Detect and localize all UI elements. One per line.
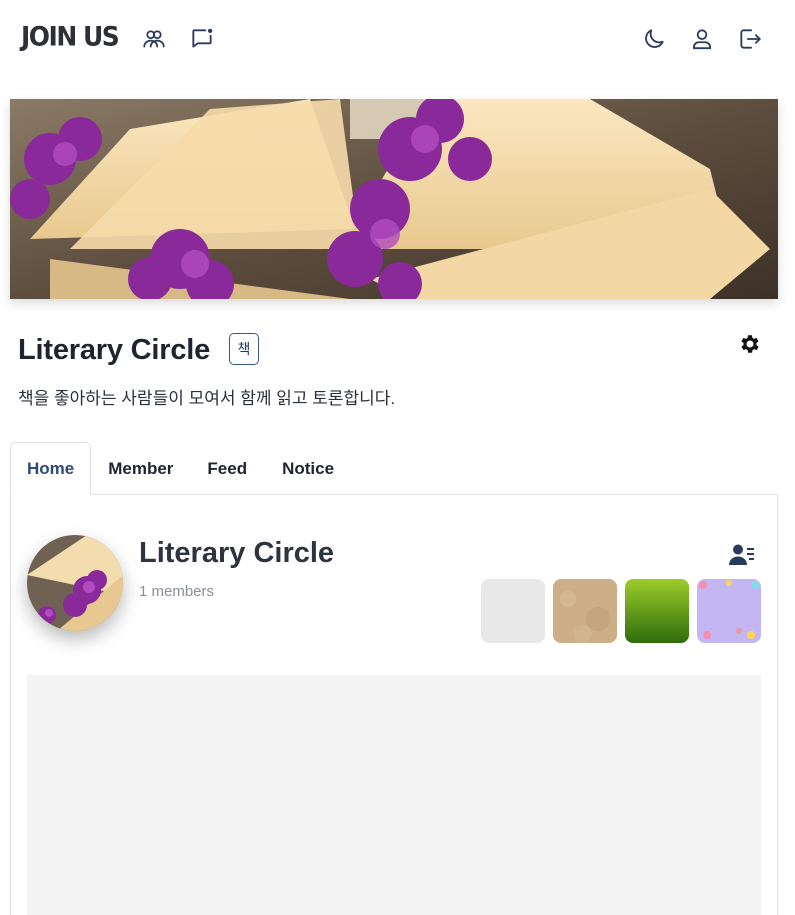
- feed-thumbnails: [481, 579, 761, 643]
- tab-home[interactable]: Home: [10, 442, 92, 495]
- member-list-icon[interactable]: [728, 543, 756, 567]
- member-count: 1 members: [139, 583, 215, 600]
- group-description: 책을 좋아하는 사람들이 모여서 함께 읽고 토론합니다.: [18, 389, 396, 408]
- tab-notice[interactable]: Notice: [282, 442, 334, 495]
- thumbnail-sand[interactable]: [553, 579, 617, 643]
- group-avatar: [27, 535, 123, 631]
- group-name: Literary Circle: [18, 334, 211, 366]
- chat-notification-icon[interactable]: [187, 24, 217, 54]
- home-group-title: Literary Circle: [139, 537, 335, 569]
- content-placeholder: [27, 675, 761, 915]
- logout-icon[interactable]: [735, 24, 765, 54]
- moon-icon[interactable]: [639, 24, 669, 54]
- user-icon[interactable]: [687, 24, 717, 54]
- tab-feed[interactable]: Feed: [207, 442, 247, 495]
- settings-gear-icon[interactable]: [738, 332, 762, 356]
- group-tabs: Home Member Feed Notice: [10, 442, 334, 495]
- thumbnail-pattern[interactable]: [697, 579, 761, 643]
- thumbnail-blank[interactable]: [481, 579, 545, 643]
- group-banner-image: [10, 99, 778, 299]
- groups-icon[interactable]: [139, 24, 169, 54]
- category-badge: 책: [229, 333, 259, 365]
- top-navbar: JOIN US: [0, 0, 795, 78]
- tab-member[interactable]: Member: [108, 442, 173, 495]
- app-logo[interactable]: JOIN US: [21, 21, 120, 52]
- thumbnail-grass[interactable]: [625, 579, 689, 643]
